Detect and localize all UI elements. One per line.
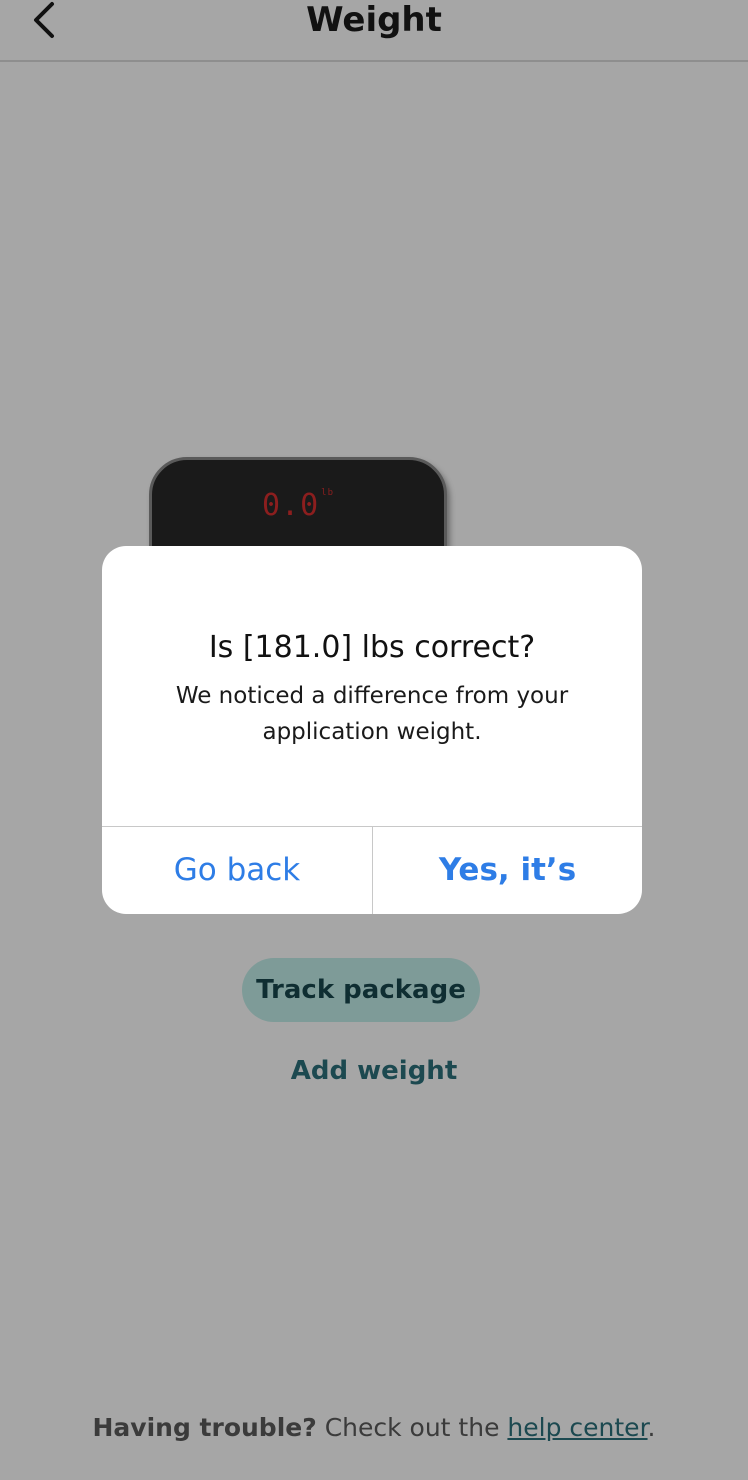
go-back-button[interactable]: Go back <box>102 827 372 914</box>
scale-readout-unit: lb <box>321 488 335 498</box>
dialog-title: Is [181.0] lbs correct? <box>208 630 536 665</box>
scale-readout-value: 0.0 <box>261 488 320 523</box>
page-title: Weight <box>306 0 442 40</box>
add-weight-link[interactable]: Add weight <box>0 1052 748 1090</box>
footer-period: . <box>647 1413 656 1442</box>
confirm-correct-button[interactable]: Yes, it’s correct <box>373 827 642 914</box>
help-center-link[interactable]: help center <box>507 1413 647 1442</box>
confirm-weight-dialog: Is [181.0] lbs correct? We noticed a dif… <box>102 546 642 914</box>
trouble-label: Having trouble? <box>92 1413 317 1442</box>
top-bar: Weight <box>0 0 748 62</box>
scale-readout: 0.0 lb <box>152 488 444 523</box>
check-text: Check out the <box>324 1413 500 1442</box>
help-footer: Having trouble? Check out the help cente… <box>0 1410 748 1446</box>
track-package-button[interactable]: Track package <box>242 958 480 1022</box>
dialog-message: We noticed a difference from your applic… <box>175 683 569 745</box>
